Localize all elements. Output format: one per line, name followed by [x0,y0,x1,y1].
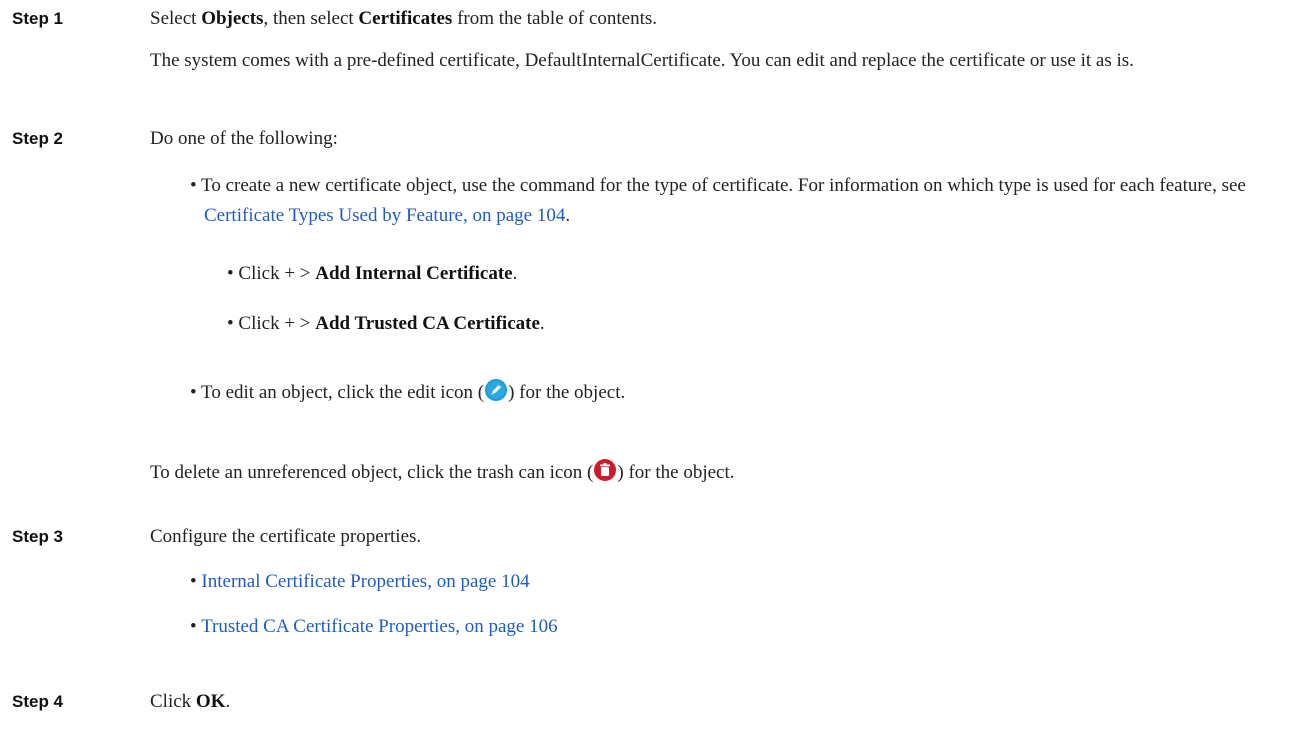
create-certificate-bullet: • To create a new certificate object, us… [190,175,1246,226]
step-1-label: Step 1 [12,9,64,28]
edit-icon [484,378,508,412]
step-4-instruction: Click OK. [150,691,231,712]
trusted-ca-certificate-properties-item: • Trusted CA Certificate Properties, on … [190,616,558,637]
add-internal-certificate-item: • Click + > Add Internal Certificate. [227,263,518,284]
trash-icon [593,458,617,492]
add-internal-certificate-term: Add Internal Certificate [315,263,513,284]
step-2-intro: Do one of the following: [150,128,338,149]
delete-object-line: To delete an unreferenced object, click … [150,458,735,492]
edit-object-bullet: • To edit an object, click the edit icon… [190,378,625,412]
ok-term: OK [195,691,226,712]
certificates-term: Certificates [358,8,453,29]
certificate-types-link[interactable]: Certificate Types Used by Feature, on pa… [204,205,565,226]
step-1-note: The system comes with a pre-defined cert… [150,50,1134,71]
step-1-instruction: Select Objects, then select Certificates… [150,8,658,29]
objects-term: Objects [201,8,264,29]
trusted-ca-certificate-properties-link[interactable]: Trusted CA Certificate Properties, on pa… [201,616,558,637]
internal-certificate-properties-item: • Internal Certificate Properties, on pa… [190,571,530,592]
add-trusted-ca-certificate-item: • Click + > Add Trusted CA Certificate. [227,313,545,334]
step-4-label: Step 4 [12,692,64,711]
internal-certificate-properties-link[interactable]: Internal Certificate Properties, on page… [201,571,529,592]
step-2-label: Step 2 [12,129,64,148]
step-3-intro: Configure the certificate properties. [150,526,422,547]
step-3-label: Step 3 [12,527,64,546]
add-trusted-ca-certificate-term: Add Trusted CA Certificate [315,313,540,334]
